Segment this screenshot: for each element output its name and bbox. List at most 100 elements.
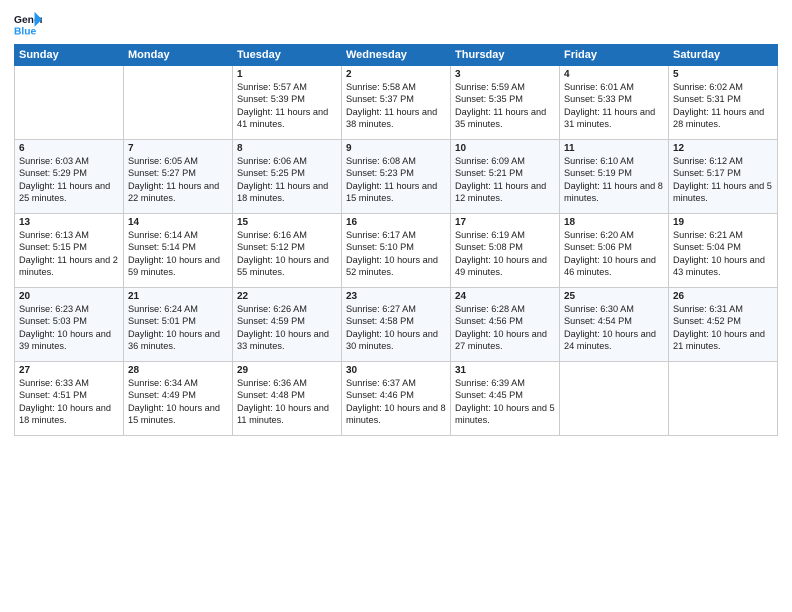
day-number: 11 bbox=[564, 143, 664, 154]
calendar-cell: 6Sunrise: 6:03 AM Sunset: 5:29 PM Daylig… bbox=[15, 140, 124, 214]
week-row-5: 27Sunrise: 6:33 AM Sunset: 4:51 PM Dayli… bbox=[15, 362, 778, 436]
day-number: 9 bbox=[346, 143, 446, 154]
day-header-sunday: Sunday bbox=[15, 45, 124, 66]
cell-content: Sunrise: 6:13 AM Sunset: 5:15 PM Dayligh… bbox=[19, 229, 119, 279]
day-number: 29 bbox=[237, 365, 337, 376]
day-number: 26 bbox=[673, 291, 773, 302]
cell-content: Sunrise: 6:28 AM Sunset: 4:56 PM Dayligh… bbox=[455, 303, 555, 353]
calendar-cell: 24Sunrise: 6:28 AM Sunset: 4:56 PM Dayli… bbox=[451, 288, 560, 362]
cell-content: Sunrise: 6:06 AM Sunset: 5:25 PM Dayligh… bbox=[237, 155, 337, 205]
cell-content: Sunrise: 6:19 AM Sunset: 5:08 PM Dayligh… bbox=[455, 229, 555, 279]
calendar-cell: 22Sunrise: 6:26 AM Sunset: 4:59 PM Dayli… bbox=[233, 288, 342, 362]
cell-content: Sunrise: 6:01 AM Sunset: 5:33 PM Dayligh… bbox=[564, 81, 664, 131]
cell-content: Sunrise: 6:33 AM Sunset: 4:51 PM Dayligh… bbox=[19, 377, 119, 427]
calendar-cell: 17Sunrise: 6:19 AM Sunset: 5:08 PM Dayli… bbox=[451, 214, 560, 288]
calendar-cell: 14Sunrise: 6:14 AM Sunset: 5:14 PM Dayli… bbox=[124, 214, 233, 288]
day-number: 14 bbox=[128, 217, 228, 228]
calendar-cell: 19Sunrise: 6:21 AM Sunset: 5:04 PM Dayli… bbox=[669, 214, 778, 288]
day-number: 6 bbox=[19, 143, 119, 154]
day-header-wednesday: Wednesday bbox=[342, 45, 451, 66]
day-number: 3 bbox=[455, 69, 555, 80]
calendar-cell: 2Sunrise: 5:58 AM Sunset: 5:37 PM Daylig… bbox=[342, 66, 451, 140]
cell-content: Sunrise: 6:03 AM Sunset: 5:29 PM Dayligh… bbox=[19, 155, 119, 205]
calendar-cell: 10Sunrise: 6:09 AM Sunset: 5:21 PM Dayli… bbox=[451, 140, 560, 214]
cell-content: Sunrise: 6:24 AM Sunset: 5:01 PM Dayligh… bbox=[128, 303, 228, 353]
cell-content: Sunrise: 5:57 AM Sunset: 5:39 PM Dayligh… bbox=[237, 81, 337, 131]
day-number: 30 bbox=[346, 365, 446, 376]
cell-content: Sunrise: 6:30 AM Sunset: 4:54 PM Dayligh… bbox=[564, 303, 664, 353]
cell-content: Sunrise: 6:34 AM Sunset: 4:49 PM Dayligh… bbox=[128, 377, 228, 427]
calendar-cell: 21Sunrise: 6:24 AM Sunset: 5:01 PM Dayli… bbox=[124, 288, 233, 362]
calendar-cell bbox=[669, 362, 778, 436]
day-header-monday: Monday bbox=[124, 45, 233, 66]
calendar-cell: 3Sunrise: 5:59 AM Sunset: 5:35 PM Daylig… bbox=[451, 66, 560, 140]
cell-content: Sunrise: 6:12 AM Sunset: 5:17 PM Dayligh… bbox=[673, 155, 773, 205]
day-header-friday: Friday bbox=[560, 45, 669, 66]
cell-content: Sunrise: 6:16 AM Sunset: 5:12 PM Dayligh… bbox=[237, 229, 337, 279]
cell-content: Sunrise: 6:26 AM Sunset: 4:59 PM Dayligh… bbox=[237, 303, 337, 353]
day-number: 4 bbox=[564, 69, 664, 80]
day-number: 19 bbox=[673, 217, 773, 228]
calendar-cell: 29Sunrise: 6:36 AM Sunset: 4:48 PM Dayli… bbox=[233, 362, 342, 436]
day-number: 5 bbox=[673, 69, 773, 80]
cell-content: Sunrise: 6:23 AM Sunset: 5:03 PM Dayligh… bbox=[19, 303, 119, 353]
day-number: 31 bbox=[455, 365, 555, 376]
week-row-1: 1Sunrise: 5:57 AM Sunset: 5:39 PM Daylig… bbox=[15, 66, 778, 140]
day-number: 10 bbox=[455, 143, 555, 154]
day-number: 17 bbox=[455, 217, 555, 228]
cell-content: Sunrise: 6:17 AM Sunset: 5:10 PM Dayligh… bbox=[346, 229, 446, 279]
svg-text:Blue: Blue bbox=[14, 26, 37, 37]
day-number: 28 bbox=[128, 365, 228, 376]
cell-content: Sunrise: 5:59 AM Sunset: 5:35 PM Dayligh… bbox=[455, 81, 555, 131]
day-number: 25 bbox=[564, 291, 664, 302]
day-number: 27 bbox=[19, 365, 119, 376]
calendar-cell: 11Sunrise: 6:10 AM Sunset: 5:19 PM Dayli… bbox=[560, 140, 669, 214]
day-number: 20 bbox=[19, 291, 119, 302]
cell-content: Sunrise: 6:10 AM Sunset: 5:19 PM Dayligh… bbox=[564, 155, 664, 205]
day-number: 18 bbox=[564, 217, 664, 228]
cell-content: Sunrise: 5:58 AM Sunset: 5:37 PM Dayligh… bbox=[346, 81, 446, 131]
cell-content: Sunrise: 6:36 AM Sunset: 4:48 PM Dayligh… bbox=[237, 377, 337, 427]
calendar-cell: 12Sunrise: 6:12 AM Sunset: 5:17 PM Dayli… bbox=[669, 140, 778, 214]
day-number: 12 bbox=[673, 143, 773, 154]
cell-content: Sunrise: 6:31 AM Sunset: 4:52 PM Dayligh… bbox=[673, 303, 773, 353]
cell-content: Sunrise: 6:21 AM Sunset: 5:04 PM Dayligh… bbox=[673, 229, 773, 279]
calendar-cell: 30Sunrise: 6:37 AM Sunset: 4:46 PM Dayli… bbox=[342, 362, 451, 436]
day-number: 15 bbox=[237, 217, 337, 228]
cell-content: Sunrise: 6:20 AM Sunset: 5:06 PM Dayligh… bbox=[564, 229, 664, 279]
cell-content: Sunrise: 6:09 AM Sunset: 5:21 PM Dayligh… bbox=[455, 155, 555, 205]
calendar-cell: 26Sunrise: 6:31 AM Sunset: 4:52 PM Dayli… bbox=[669, 288, 778, 362]
calendar-cell: 31Sunrise: 6:39 AM Sunset: 4:45 PM Dayli… bbox=[451, 362, 560, 436]
calendar-cell: 18Sunrise: 6:20 AM Sunset: 5:06 PM Dayli… bbox=[560, 214, 669, 288]
cell-content: Sunrise: 6:05 AM Sunset: 5:27 PM Dayligh… bbox=[128, 155, 228, 205]
calendar-cell: 20Sunrise: 6:23 AM Sunset: 5:03 PM Dayli… bbox=[15, 288, 124, 362]
day-number: 8 bbox=[237, 143, 337, 154]
week-row-2: 6Sunrise: 6:03 AM Sunset: 5:29 PM Daylig… bbox=[15, 140, 778, 214]
cell-content: Sunrise: 6:02 AM Sunset: 5:31 PM Dayligh… bbox=[673, 81, 773, 131]
calendar-cell: 16Sunrise: 6:17 AM Sunset: 5:10 PM Dayli… bbox=[342, 214, 451, 288]
calendar-cell: 23Sunrise: 6:27 AM Sunset: 4:58 PM Dayli… bbox=[342, 288, 451, 362]
day-header-saturday: Saturday bbox=[669, 45, 778, 66]
calendar-cell: 5Sunrise: 6:02 AM Sunset: 5:31 PM Daylig… bbox=[669, 66, 778, 140]
calendar-cell: 15Sunrise: 6:16 AM Sunset: 5:12 PM Dayli… bbox=[233, 214, 342, 288]
calendar-cell: 8Sunrise: 6:06 AM Sunset: 5:25 PM Daylig… bbox=[233, 140, 342, 214]
calendar-cell: 25Sunrise: 6:30 AM Sunset: 4:54 PM Dayli… bbox=[560, 288, 669, 362]
day-number: 24 bbox=[455, 291, 555, 302]
calendar-table: SundayMondayTuesdayWednesdayThursdayFrid… bbox=[14, 44, 778, 436]
logo: General Blue bbox=[14, 10, 46, 38]
day-number: 22 bbox=[237, 291, 337, 302]
calendar-cell: 9Sunrise: 6:08 AM Sunset: 5:23 PM Daylig… bbox=[342, 140, 451, 214]
day-number: 2 bbox=[346, 69, 446, 80]
day-number: 23 bbox=[346, 291, 446, 302]
day-header-thursday: Thursday bbox=[451, 45, 560, 66]
calendar-cell bbox=[15, 66, 124, 140]
cell-content: Sunrise: 6:37 AM Sunset: 4:46 PM Dayligh… bbox=[346, 377, 446, 427]
header-row: SundayMondayTuesdayWednesdayThursdayFrid… bbox=[15, 45, 778, 66]
header: General Blue bbox=[14, 10, 778, 38]
calendar-cell: 1Sunrise: 5:57 AM Sunset: 5:39 PM Daylig… bbox=[233, 66, 342, 140]
calendar-cell bbox=[124, 66, 233, 140]
day-number: 1 bbox=[237, 69, 337, 80]
page-container: General Blue SundayMondayTuesdayWednesda… bbox=[0, 0, 792, 442]
calendar-cell: 27Sunrise: 6:33 AM Sunset: 4:51 PM Dayli… bbox=[15, 362, 124, 436]
calendar-cell: 28Sunrise: 6:34 AM Sunset: 4:49 PM Dayli… bbox=[124, 362, 233, 436]
